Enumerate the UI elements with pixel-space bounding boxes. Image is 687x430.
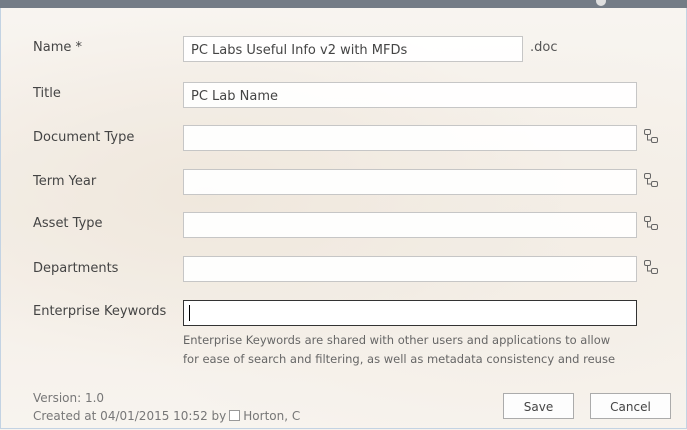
browse-terms-icon[interactable] <box>643 172 659 188</box>
help-line-2: for ease of search and filtering, as wel… <box>183 352 616 366</box>
term-year-label: Term Year <box>33 174 97 189</box>
title-label: Title <box>33 86 61 101</box>
text-caret <box>189 305 190 321</box>
save-button[interactable]: Save <box>503 393 574 419</box>
browse-terms-icon[interactable] <box>643 215 659 231</box>
asset-type-label: Asset Type <box>33 216 103 231</box>
created-prefix: Created at 04/01/2015 10:52 by <box>33 409 227 423</box>
term-year-input[interactable] <box>183 169 637 195</box>
help-line-1: Enterprise Keywords are shared with othe… <box>183 333 611 347</box>
departments-input[interactable] <box>183 256 637 282</box>
created-info: Created at 04/01/2015 10:52 by Horton, C <box>33 409 300 423</box>
enterprise-keywords-label: Enterprise Keywords <box>33 304 167 319</box>
title-input[interactable]: PC Lab Name <box>183 82 637 108</box>
name-input[interactable]: PC Labs Useful Info v2 with MFDs <box>183 36 523 62</box>
enterprise-keywords-help: Enterprise Keywords are shared with othe… <box>183 331 673 369</box>
enterprise-keywords-input[interactable] <box>183 300 637 326</box>
document-type-label: Document Type <box>33 130 135 145</box>
name-label: Name * <box>33 40 82 55</box>
departments-label: Departments <box>33 261 119 276</box>
browse-terms-icon[interactable] <box>643 259 659 275</box>
browse-terms-icon[interactable] <box>643 128 659 144</box>
cancel-button[interactable]: Cancel <box>590 393 671 419</box>
file-extension: .doc <box>530 40 558 55</box>
document-type-input[interactable] <box>183 125 637 151</box>
asset-type-input[interactable] <box>183 212 637 238</box>
created-user[interactable]: Horton, C <box>243 409 300 423</box>
user-presence-icon <box>229 410 241 421</box>
version-text: Version: 1.0 <box>33 391 105 405</box>
